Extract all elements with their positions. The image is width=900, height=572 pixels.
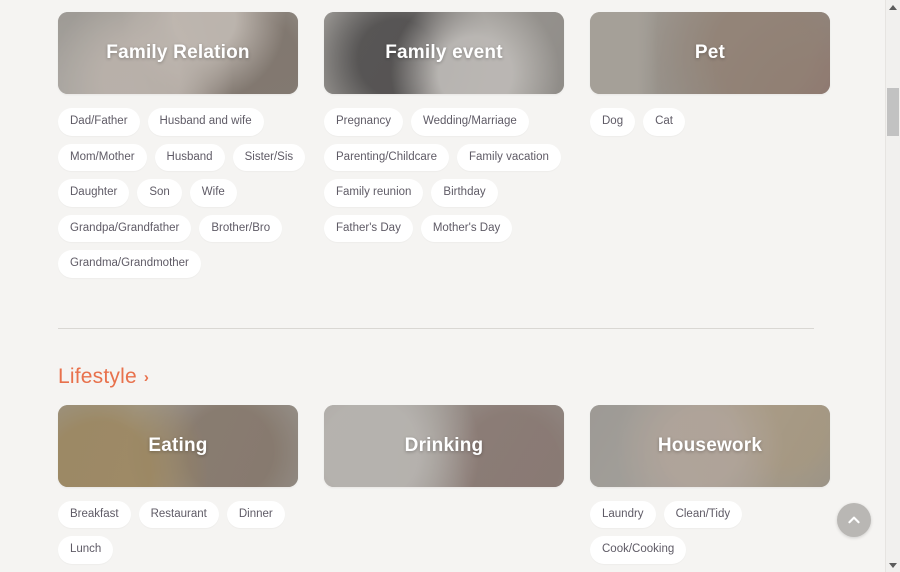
tag-item[interactable]: Dog <box>590 108 636 136</box>
tag-item[interactable]: Lunch <box>58 536 114 564</box>
tag-item[interactable]: Dinner <box>226 500 285 528</box>
chevron-up-icon <box>848 516 860 524</box>
tag-item[interactable]: Parenting/Childcare <box>324 143 450 171</box>
section-family: Family Relation Dad/Father Husband and w… <box>0 0 886 278</box>
tag-list-family-event: Pregnancy Wedding/Marriage Parenting/Chi… <box>324 108 574 242</box>
category-card-pet[interactable]: Pet <box>590 12 830 94</box>
card-title: Eating <box>148 434 208 456</box>
card-title: Pet <box>694 42 726 63</box>
section-title: Lifestyle <box>58 364 137 388</box>
category-card-family-relation[interactable]: Family Relation <box>58 12 298 94</box>
tag-item[interactable]: Family vacation <box>457 143 561 171</box>
tag-list-family-relation: Dad/Father Husband and wife Mom/Mother H… <box>58 108 308 278</box>
section-lifestyle: Lifestyle › Eating Breakfast Restaurant <box>0 329 886 564</box>
tag-list-pet: Dog Cat <box>590 108 840 136</box>
page-content: Family Relation Dad/Father Husband and w… <box>0 0 886 564</box>
tag-item[interactable]: Pregnancy <box>324 108 403 136</box>
card-title: Family Relation <box>106 42 250 63</box>
card-grid-family: Family Relation Dad/Father Husband and w… <box>58 0 886 278</box>
tag-item[interactable]: Husband and wife <box>147 108 264 136</box>
tag-item[interactable]: Son <box>137 179 182 207</box>
section-header-lifestyle[interactable]: Lifestyle › <box>58 365 149 389</box>
tag-item[interactable]: Dad/Father <box>58 108 140 136</box>
scroll-viewport[interactable]: Family Relation Dad/Father Husband and w… <box>0 0 886 572</box>
card-title: Drinking <box>404 434 484 456</box>
tag-item[interactable]: Brother/Bro <box>199 214 283 242</box>
tag-list-eating: Breakfast Restaurant Dinner Lunch <box>58 500 308 564</box>
tag-item[interactable]: Restaurant <box>138 500 219 528</box>
tag-item[interactable]: Grandma/Grandmother <box>58 250 201 278</box>
page-root: Family Relation Dad/Father Husband and w… <box>0 0 900 572</box>
category-card-eating[interactable]: Eating <box>58 404 298 487</box>
tag-list-housework: Laundry Clean/Tidy Cook/Cooking <box>590 500 840 564</box>
tag-item[interactable]: Sister/Sis <box>232 143 306 171</box>
category-column-pet: Pet Dog Cat <box>590 12 830 278</box>
category-column-family-event: Family event Pregnancy Wedding/Marriage … <box>324 12 564 278</box>
tag-item[interactable]: Grandpa/Grandfather <box>58 214 192 242</box>
scrollbar-arrow-up-icon[interactable] <box>886 0 900 14</box>
tag-item[interactable]: Daughter <box>58 179 130 207</box>
scroll-to-top-button[interactable] <box>837 503 871 537</box>
tag-item[interactable]: Mother's Day <box>420 214 513 242</box>
category-column-drinking: Drinking <box>324 404 564 564</box>
category-column-eating: Eating Breakfast Restaurant Dinner Lunch <box>58 404 298 564</box>
tag-item[interactable]: Wife <box>189 179 237 207</box>
tag-item[interactable]: Laundry <box>590 500 656 528</box>
category-column-housework: Housework Laundry Clean/Tidy Cook/Cookin… <box>590 404 830 564</box>
tag-item[interactable]: Wedding/Marriage <box>410 108 529 136</box>
chevron-right-icon: › <box>143 369 149 386</box>
tag-item[interactable]: Breakfast <box>58 500 131 528</box>
category-card-family-event[interactable]: Family event <box>324 12 564 94</box>
tag-item[interactable]: Mom/Mother <box>58 143 147 171</box>
category-card-drinking[interactable]: Drinking <box>324 404 564 487</box>
card-title: Family event <box>385 42 503 63</box>
scrollbar-arrow-down-icon[interactable] <box>886 558 900 572</box>
tag-item[interactable]: Husband <box>154 143 225 171</box>
tag-item[interactable]: Father's Day <box>324 214 413 242</box>
category-card-housework[interactable]: Housework <box>590 404 830 487</box>
tag-item[interactable]: Clean/Tidy <box>663 500 743 528</box>
scrollbar-thumb[interactable] <box>887 88 899 136</box>
tag-item[interactable]: Cook/Cooking <box>590 536 687 564</box>
card-grid-lifestyle: Eating Breakfast Restaurant Dinner Lunch <box>58 389 886 564</box>
card-title: Housework <box>657 434 763 456</box>
tag-item[interactable]: Family reunion <box>324 179 424 207</box>
tag-item[interactable]: Birthday <box>431 179 498 207</box>
vertical-scrollbar[interactable] <box>885 0 900 572</box>
tag-item[interactable]: Cat <box>643 108 686 136</box>
category-column-family-relation: Family Relation Dad/Father Husband and w… <box>58 12 306 278</box>
